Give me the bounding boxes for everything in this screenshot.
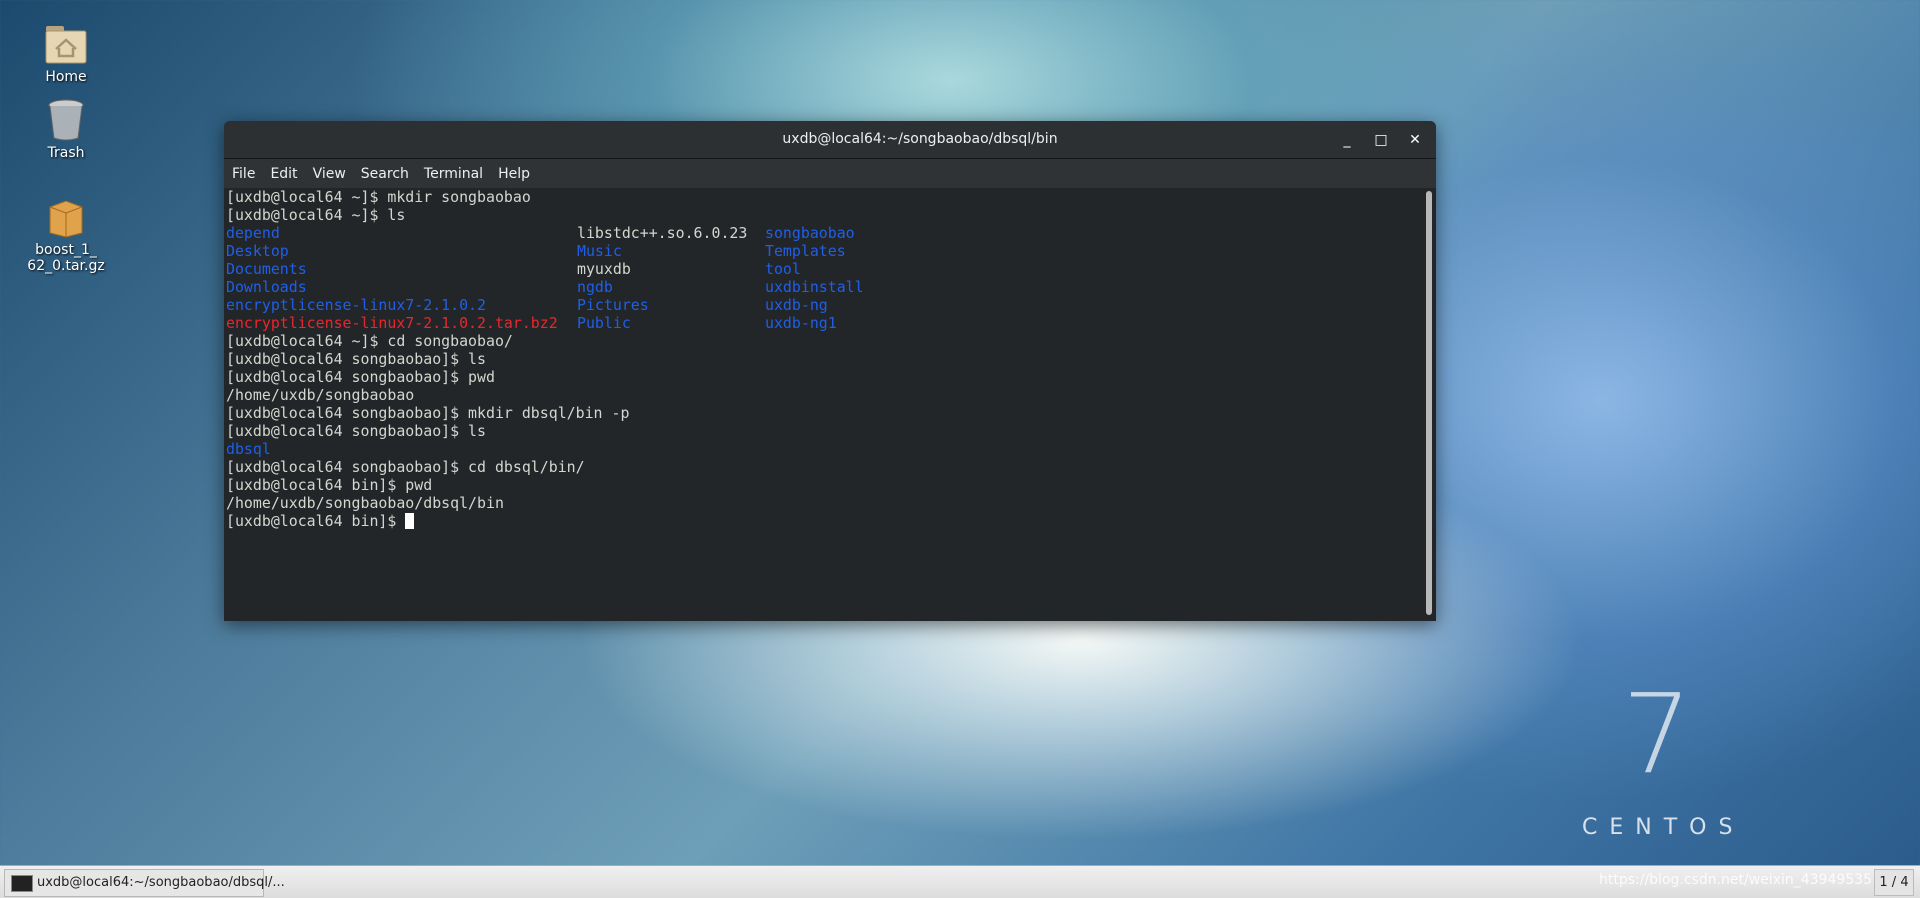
trash-icon xyxy=(44,98,88,142)
ls-entry: Desktop xyxy=(226,242,289,260)
ls-entry: uxdb-ng1 xyxy=(765,314,837,332)
ls-entry: Public xyxy=(577,314,631,332)
scrollbar[interactable] xyxy=(1426,191,1432,615)
ls-row: Documents myuxdb tool xyxy=(226,260,1424,278)
desktop-icon-label-line2: 62_0.tar.gz xyxy=(27,258,105,274)
taskbar: uxdb@local64:~/songbaobao/dbsql/... http… xyxy=(0,865,1920,898)
ls-entry: encryptlicense-linux7-2.1.0.2.tar.bz2 xyxy=(226,314,558,332)
terminal-line: [uxdb@local64 bin]$ pwd xyxy=(226,476,433,494)
ls-entry: Documents xyxy=(226,260,307,278)
taskbar-item-terminal[interactable]: uxdb@local64:~/songbaobao/dbsql/... xyxy=(4,869,285,897)
terminal-window: uxdb@local64:~/songbaobao/dbsql/bin _ □ … xyxy=(224,121,1436,621)
maximize-button[interactable]: □ xyxy=(1368,127,1394,153)
menu-search[interactable]: Search xyxy=(361,166,409,182)
text-cursor xyxy=(405,513,415,529)
ls-entry: songbaobao xyxy=(765,224,855,242)
desktop-icon-home[interactable]: Home xyxy=(16,22,116,85)
terminal-line: [uxdb@local64 songbaobao]$ cd dbsql/bin/ xyxy=(226,458,585,476)
ls-entry: tool xyxy=(765,260,801,278)
prompt: [uxdb@local64 bin]$ xyxy=(226,512,406,530)
ls-entry: Templates xyxy=(765,242,846,260)
terminal-icon xyxy=(11,875,33,892)
centos-seven: 7 xyxy=(1622,670,1692,798)
ls-row: depend libstdc++.so.6.0.23 songbaobao xyxy=(226,224,1424,242)
workspace-pager[interactable]: 1 / 4 xyxy=(1874,869,1914,896)
package-icon xyxy=(44,195,88,239)
ls-entry: myuxdb xyxy=(577,260,631,278)
title-bar[interactable]: uxdb@local64:~/songbaobao/dbsql/bin _ □ … xyxy=(224,121,1436,159)
ls-row: encryptlicense-linux7-2.1.0.2.tar.bz2 Pub… xyxy=(226,314,1424,332)
ls-entry: libstdc++.so.6.0.23 xyxy=(577,224,748,242)
centos-wordmark: CENTOS xyxy=(1582,815,1745,840)
ls-row: encryptlicense-linux7-2.1.0.2 Pictures uxd… xyxy=(226,296,1424,314)
terminal-line: [uxdb@local64 ~]$ mkdir songbaobao xyxy=(226,188,531,206)
desktop-icon-label-line1: boost_1_ xyxy=(35,242,97,258)
menu-help[interactable]: Help xyxy=(498,166,530,182)
menu-edit[interactable]: Edit xyxy=(270,166,297,182)
desktop-icon-trash[interactable]: Trash xyxy=(16,98,116,161)
ls-row: Desktop Music Templates xyxy=(226,242,1424,260)
desktop-icon-label: Home xyxy=(45,69,87,85)
close-button[interactable]: ✕ xyxy=(1402,127,1428,153)
ls-entry: uxdb-ng xyxy=(765,296,828,314)
watermark: https://blog.csdn.net/weixin_43949535 xyxy=(1598,872,1872,888)
menu-view[interactable]: View xyxy=(313,166,346,182)
ls-entry: depend xyxy=(226,224,280,242)
window-title: uxdb@local64:~/songbaobao/dbsql/bin xyxy=(782,131,1058,147)
terminal-line: [uxdb@local64 ~]$ ls xyxy=(226,206,406,224)
terminal-line: [uxdb@local64 songbaobao]$ ls xyxy=(226,422,486,440)
terminal-line: /home/uxdb/songbaobao xyxy=(226,386,415,404)
taskbar-item-label: uxdb@local64:~/songbaobao/dbsql/... xyxy=(37,875,285,890)
terminal-line: [uxdb@local64 songbaobao]$ pwd xyxy=(226,368,495,386)
terminal-line: /home/uxdb/songbaobao/dbsql/bin xyxy=(226,494,504,512)
ls-entry: encryptlicense-linux7-2.1.0.2 xyxy=(226,296,486,314)
ls-row: Downloads ngdb uxdbinstall xyxy=(226,278,1424,296)
terminal-output[interactable]: [uxdb@local64 ~]$ mkdir songbaobao [uxdb… xyxy=(226,188,1424,530)
terminal-line: [uxdb@local64 songbaobao]$ ls xyxy=(226,350,486,368)
ls-entry: Downloads xyxy=(226,278,307,296)
menu-bar: File Edit View Search Terminal Help xyxy=(224,159,1436,188)
terminal-line: dbsql xyxy=(226,440,271,458)
ls-entry: uxdbinstall xyxy=(765,278,864,296)
ls-entry: Music xyxy=(577,242,622,260)
menu-file[interactable]: File xyxy=(232,166,255,182)
terminal-line: [uxdb@local64 ~]$ cd songbaobao/ xyxy=(226,332,513,350)
prompt-line: [uxdb@local64 bin]$ xyxy=(226,512,1424,530)
desktop-icon-boost-archive[interactable]: boost_1_ 62_0.tar.gz xyxy=(16,195,116,274)
desktop-icon-label: Trash xyxy=(47,145,85,161)
home-folder-icon xyxy=(44,22,88,66)
ls-entry: ngdb xyxy=(577,278,613,296)
ls-entry: Pictures xyxy=(577,296,649,314)
menu-terminal[interactable]: Terminal xyxy=(424,166,483,182)
minimize-button[interactable]: _ xyxy=(1334,127,1360,153)
terminal-line: [uxdb@local64 songbaobao]$ mkdir dbsql/b… xyxy=(226,404,630,422)
